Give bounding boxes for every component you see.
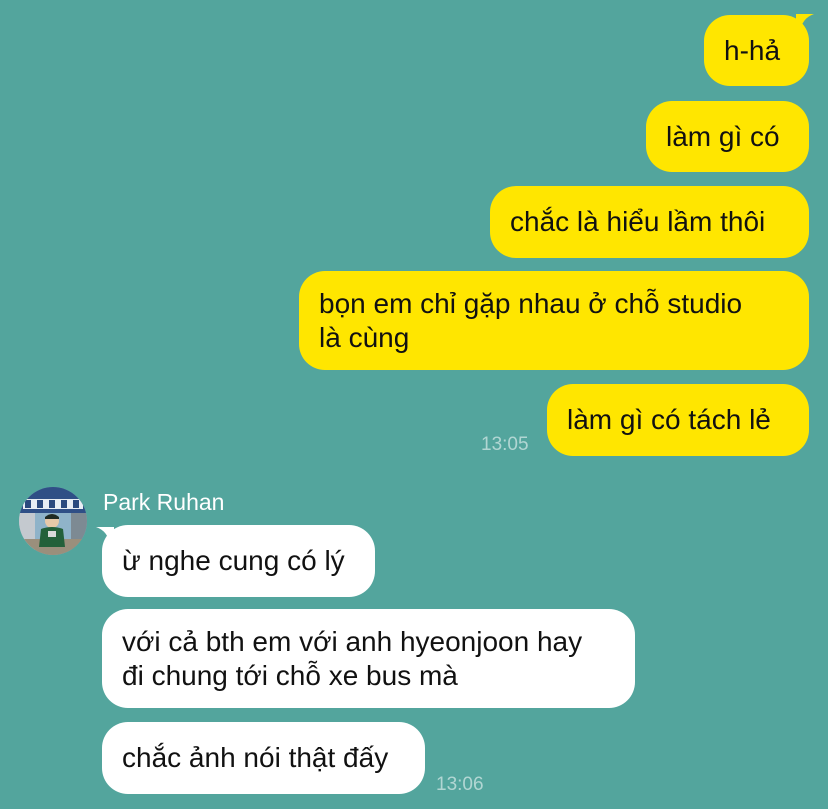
message-timestamp: 13:05 xyxy=(481,434,529,455)
contact-name: Park Ruhan xyxy=(103,489,225,515)
message-text: ừ nghe cung có lý xyxy=(122,545,345,576)
message-text: chắc ảnh nói thật đấy xyxy=(122,742,389,773)
message-text: bọn em chỉ gặp nhau ở chỗ studio là cùng xyxy=(319,287,742,355)
message-line: đi chung tới chỗ xe bus mà xyxy=(122,659,458,691)
outgoing-message[interactable]: h-hả xyxy=(704,15,809,86)
message-text: h-hả xyxy=(724,34,781,66)
message-line: bọn em chỉ gặp nhau ở chỗ studio xyxy=(319,287,743,319)
incoming-message[interactable]: ừ nghe cung có lý xyxy=(102,525,375,597)
message-text: với cả bth em với anh hyeonjoon hay đi c… xyxy=(122,625,582,693)
message-line: là cùng xyxy=(319,321,410,353)
message-text: làm gì có xyxy=(666,120,780,152)
outgoing-message[interactable]: chắc là hiểu lầm thôi xyxy=(490,186,809,258)
outgoing-message[interactable]: làm gì có xyxy=(646,101,809,172)
contact-avatar[interactable] xyxy=(19,487,87,555)
outgoing-message[interactable]: bọn em chỉ gặp nhau ở chỗ studio là cùng xyxy=(299,271,809,370)
message-line: với cả bth em với anh hyeonjoon hay xyxy=(122,625,583,657)
message-text: làm gì có tách lẻ xyxy=(567,404,771,435)
outgoing-message[interactable]: làm gì có tách lẻ xyxy=(547,384,809,456)
incoming-message[interactable]: với cả bth em với anh hyeonjoon hay đi c… xyxy=(102,609,635,708)
message-text: chắc là hiểu lầm thôi xyxy=(510,206,766,237)
profile-photo-icon xyxy=(19,487,87,555)
incoming-message[interactable]: chắc ảnh nói thật đấy xyxy=(102,722,425,794)
message-timestamp: 13:06 xyxy=(436,774,484,795)
